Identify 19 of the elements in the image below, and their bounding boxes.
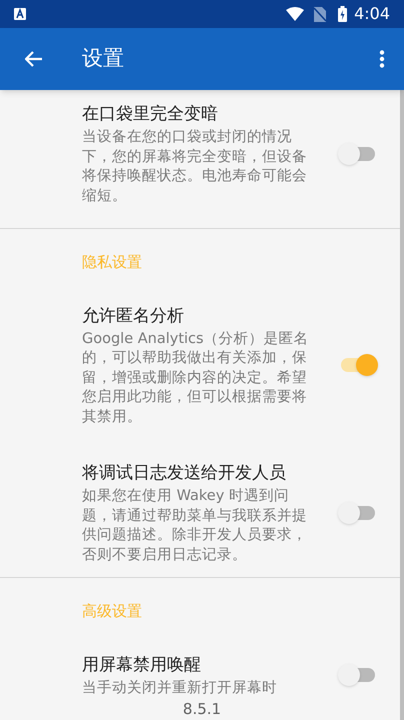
section-header: 隐私设置 (81, 252, 143, 273)
clock-time: 4:04 (354, 3, 390, 25)
no-sim-icon (314, 6, 326, 22)
setting-description: 当手动关闭并重新打开屏幕时 (82, 678, 277, 698)
setting-description: 当设备在您的口袋或封闭的情况下，您的屏幕将完全变暗，但设备将保持唤醒状态。电池寿命可能会缩短。 (82, 128, 308, 206)
battery-charging-icon (338, 6, 348, 22)
more-vert-icon (379, 50, 385, 68)
section-header: 高级设置 (81, 601, 143, 622)
setting-title: 在口袋里完全变暗 (82, 103, 219, 126)
app-notification-icon (14, 8, 26, 20)
setting-title: 将调试日志发送给开发人员 (82, 462, 287, 485)
setting-title: 用屏幕禁用唤醒 (82, 654, 202, 676)
setting-description: 如果您在使用 Wakey 时遇到问题，请通过帮助菜单与我联系并提供问题描述。除非开发人员要求，否则不要启用日志记录。 (82, 487, 308, 564)
setting-title: 允许匿名分析 (82, 304, 185, 328)
version-text: 8.5.1 (182, 700, 222, 718)
wifi-icon (286, 7, 304, 21)
page-title: 设置 (82, 45, 125, 72)
setting-description: Google Analytics（分析）是匿名的，可以帮助我做出有关添加，保留，增强或删除内容的决定。希望您启用此功能，但可以根据需要将其禁用。 (82, 330, 310, 426)
back-arrow-icon (25, 51, 43, 67)
